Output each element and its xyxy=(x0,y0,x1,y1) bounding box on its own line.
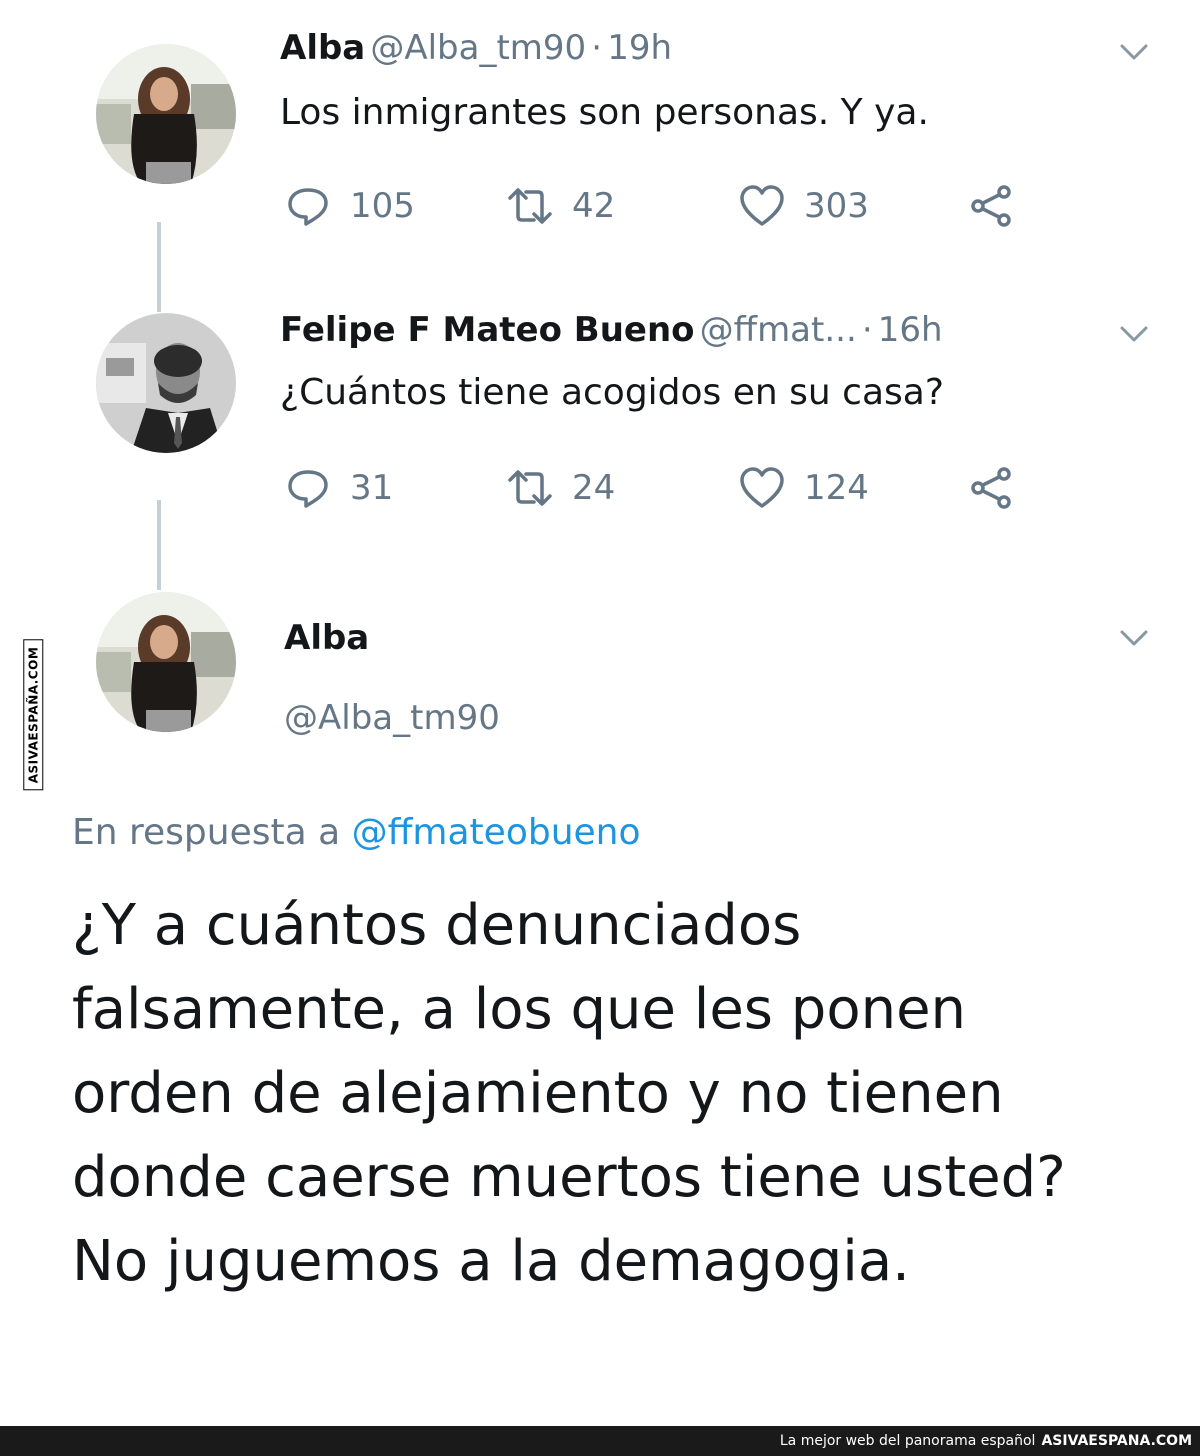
retweet-count: 24 xyxy=(572,468,616,508)
reply-icon xyxy=(288,470,328,508)
footer-bar: La mejor web del panorama español ASIVAE… xyxy=(0,1426,1200,1456)
author-handle[interactable]: @ffmat... xyxy=(700,310,857,350)
author-name[interactable]: Alba xyxy=(284,618,369,658)
like-count: 124 xyxy=(804,468,869,508)
reply-prefix: En respuesta a xyxy=(72,812,341,853)
reply-count: 105 xyxy=(350,186,415,226)
like-icon xyxy=(740,467,784,508)
chevron-down-icon[interactable] xyxy=(1114,32,1154,72)
avatar[interactable] xyxy=(96,44,236,184)
share-button[interactable] xyxy=(968,464,1016,512)
reply-count: 31 xyxy=(350,468,394,508)
reply-button[interactable]: 31 xyxy=(284,464,393,512)
footer-tagline: La mejor web del panorama español xyxy=(779,1433,1036,1449)
retweet-icon xyxy=(508,188,552,224)
author-handle[interactable]: @Alba_tm90 xyxy=(370,28,586,68)
tweet-text: ¿Cuántos tiene acogidos en su casa? xyxy=(280,372,944,413)
like-icon xyxy=(740,185,784,226)
tweet-time[interactable]: 16h xyxy=(878,310,943,350)
reply-icon xyxy=(288,188,328,226)
like-count: 303 xyxy=(804,186,869,226)
like-button[interactable]: 303 xyxy=(738,182,869,230)
author-name[interactable]: Alba xyxy=(280,28,365,68)
tweet-time[interactable]: 19h xyxy=(607,28,672,68)
retweet-button[interactable]: 24 xyxy=(506,464,615,512)
thread-line xyxy=(157,500,161,590)
chevron-down-icon[interactable] xyxy=(1114,618,1154,658)
share-icon xyxy=(971,467,1011,509)
retweet-icon xyxy=(508,470,552,506)
like-button[interactable]: 124 xyxy=(738,464,869,512)
author-handle[interactable]: @Alba_tm90 xyxy=(284,698,500,738)
avatar[interactable] xyxy=(96,592,236,732)
side-watermark: ASIVAESPAÑA.COM xyxy=(23,639,44,791)
thread-line xyxy=(157,222,161,312)
reply-button[interactable]: 105 xyxy=(284,182,415,230)
tweet-text: ¿Y a cuántos denunciados falsamente, a l… xyxy=(72,893,1066,1294)
retweet-count: 42 xyxy=(572,186,616,226)
avatar[interactable] xyxy=(96,313,236,453)
meta-separator: · xyxy=(591,28,603,68)
tweet-text: Los inmigrantes son personas. Y ya. xyxy=(280,92,929,133)
reply-context: En respuesta a @ffmateobueno xyxy=(72,812,641,853)
share-button[interactable] xyxy=(968,182,1016,230)
retweet-button[interactable]: 42 xyxy=(506,182,615,230)
chevron-down-icon[interactable] xyxy=(1114,314,1154,354)
author-name[interactable]: Felipe F Mateo Bueno xyxy=(280,310,695,350)
reply-handle-link[interactable]: @ffmateobueno xyxy=(352,812,641,853)
footer-brand-link[interactable]: ASIVAESPANA.COM xyxy=(1041,1433,1192,1449)
share-icon xyxy=(971,185,1011,227)
meta-separator: · xyxy=(861,310,873,350)
